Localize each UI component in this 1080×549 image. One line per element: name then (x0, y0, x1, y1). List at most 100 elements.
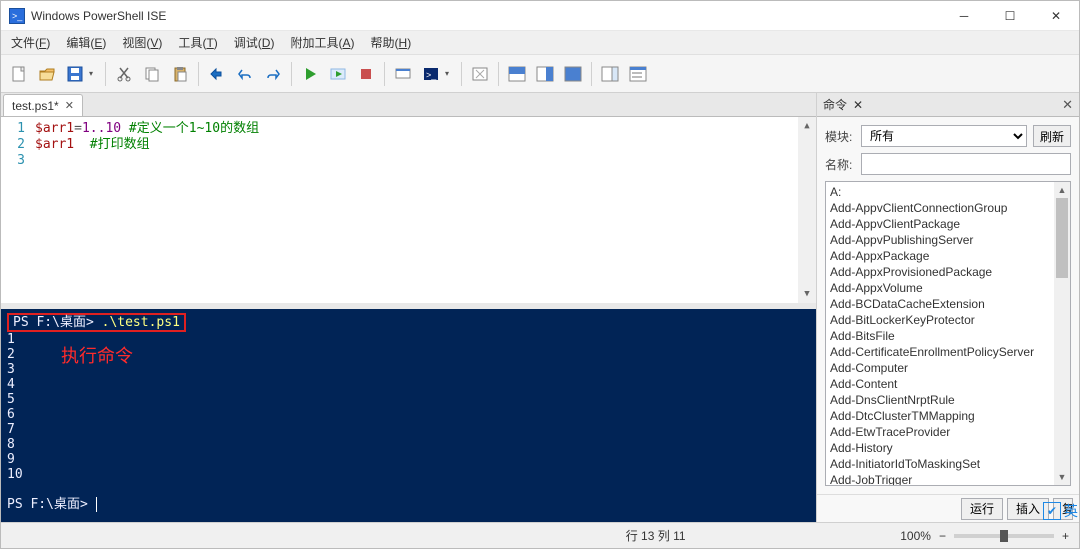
editor-scrollbar[interactable]: ▲ ▼ (798, 117, 816, 303)
script-editor[interactable]: 1 2 3 $arr1=1..10 #定义一个1~10的数组$arr1 #打印数… (1, 117, 816, 303)
maximize-button[interactable]: ☐ (987, 1, 1033, 31)
list-item[interactable]: Add-DtcClusterTMMapping (830, 408, 1050, 424)
ime-language: 英 (1064, 501, 1078, 521)
window-title: Windows PowerShell ISE (31, 9, 941, 23)
code-area[interactable]: $arr1=1..10 #定义一个1~10的数组$arr1 #打印数组 (31, 117, 798, 303)
list-item[interactable]: Add-AppvClientConnectionGroup (830, 200, 1050, 216)
list-item[interactable]: A: (830, 184, 1050, 200)
list-item[interactable]: Add-BCDataCacheExtension (830, 296, 1050, 312)
commands-footer: 运行 插入 复 ✔ 英 (817, 494, 1079, 522)
undo-button[interactable] (233, 62, 257, 86)
show-command-window-button[interactable] (626, 62, 650, 86)
commands-list[interactable]: A:Add-AppvClientConnectionGroupAdd-AppvC… (826, 182, 1054, 485)
scroll-up-icon[interactable]: ▲ (798, 117, 816, 135)
name-input[interactable] (861, 153, 1071, 175)
show-script-pane-max-button[interactable] (561, 62, 585, 86)
cursor-position: 行 13 列 11 (626, 527, 686, 544)
run-selection-button[interactable] (326, 62, 350, 86)
app-window: Windows PowerShell ISE ─ ☐ ✕ 文件(F) 编辑(E)… (0, 0, 1080, 549)
list-item[interactable]: Add-AppxProvisionedPackage (830, 264, 1050, 280)
menubar: 文件(F) 编辑(E) 视图(V) 工具(T) 调试(D) 附加工具(A) 帮助… (1, 31, 1079, 55)
minimize-button[interactable]: ─ (941, 1, 987, 31)
run-cmd-button[interactable]: 运行 (961, 498, 1003, 520)
show-script-pane-right-button[interactable] (533, 62, 557, 86)
zoom-plus-icon[interactable]: + (1062, 529, 1069, 543)
commands-scrollbar[interactable]: ▲ ▼ (1054, 182, 1070, 485)
list-item[interactable]: Add-AppvPublishingServer (830, 232, 1050, 248)
list-item[interactable]: Add-BitsFile (830, 328, 1050, 344)
pin-icon[interactable]: ✕ (851, 98, 865, 112)
module-label: 模块: (825, 128, 855, 145)
show-script-pane-top-button[interactable] (505, 62, 529, 86)
editor-side: test.ps1* ✕ 1 2 3 $arr1=1..10 #定义一个1~10的… (1, 93, 817, 522)
svg-text:>_: >_ (426, 70, 437, 80)
content-area: test.ps1* ✕ 1 2 3 $arr1=1..10 #定义一个1~10的… (1, 93, 1079, 522)
scroll-down-icon[interactable]: ▼ (798, 285, 816, 303)
menu-addons[interactable]: 附加工具(A) (284, 32, 360, 53)
toolbar: ▾ >_ ▾ (1, 55, 1079, 93)
module-select[interactable]: 所有 (861, 125, 1027, 147)
menu-edit[interactable]: 编辑(E) (60, 32, 112, 53)
powershell-console-button[interactable]: >_ (419, 62, 443, 86)
new-button[interactable] (7, 62, 31, 86)
panel-close-icon[interactable]: ✕ (1062, 97, 1073, 113)
new-remote-tab-button[interactable] (391, 62, 415, 86)
menu-view[interactable]: 视图(V) (116, 32, 168, 53)
save-button[interactable] (63, 62, 87, 86)
titlebar: Windows PowerShell ISE ─ ☐ ✕ (1, 1, 1079, 31)
list-item[interactable]: Add-DnsClientNrptRule (830, 392, 1050, 408)
ime-indicator[interactable]: ✔ 英 (1043, 501, 1078, 521)
console-pane[interactable]: PS F:\桌面> .\test.ps1 12345678910 PS F:\桌… (1, 309, 816, 522)
scroll-thumb[interactable] (1056, 198, 1068, 278)
menu-debug[interactable]: 调试(D) (228, 32, 281, 53)
stop-button[interactable] (354, 62, 378, 86)
app-icon (9, 8, 25, 24)
commands-panel: 命令 ✕ ✕ 模块: 所有 刷新 名称: A:Add-AppvClientCon… (817, 93, 1079, 522)
tab-close-icon[interactable]: ✕ (65, 99, 74, 112)
list-item[interactable]: Add-Computer (830, 360, 1050, 376)
copy-button[interactable] (140, 62, 164, 86)
refresh-button[interactable]: 刷新 (1033, 125, 1071, 147)
menu-tools[interactable]: 工具(T) (172, 32, 223, 53)
list-item[interactable]: Add-CertificateEnrollmentPolicyServer (830, 344, 1050, 360)
show-command-addon-button[interactable] (598, 62, 622, 86)
commands-header: 命令 ✕ ✕ (817, 93, 1079, 117)
list-item[interactable]: Add-AppvClientPackage (830, 216, 1050, 232)
ime-check-icon[interactable]: ✔ (1043, 502, 1061, 520)
scroll-up-icon[interactable]: ▲ (1054, 182, 1070, 198)
annotation-label: 执行命令 (61, 349, 133, 364)
editor-tabs: test.ps1* ✕ (1, 93, 816, 117)
run-button[interactable] (298, 62, 322, 86)
name-label: 名称: (825, 156, 855, 173)
cmd-highlight: PS F:\桌面> .\test.ps1 (7, 313, 186, 332)
paste-button[interactable] (168, 62, 192, 86)
editor-tab[interactable]: test.ps1* ✕ (3, 94, 83, 116)
scroll-down-icon[interactable]: ▼ (1054, 469, 1070, 485)
redo-button[interactable] (261, 62, 285, 86)
cut-button[interactable] (112, 62, 136, 86)
list-item[interactable]: Add-AppxVolume (830, 280, 1050, 296)
list-item[interactable]: Add-AppxPackage (830, 248, 1050, 264)
menu-file[interactable]: 文件(F) (5, 32, 56, 53)
menu-help[interactable]: 帮助(H) (365, 32, 418, 53)
list-item[interactable]: Add-BitLockerKeyProtector (830, 312, 1050, 328)
statusbar: 行 13 列 11 100% − + (1, 522, 1079, 548)
run-script-from-file-button[interactable] (205, 62, 229, 86)
list-item[interactable]: Add-JobTrigger (830, 472, 1050, 485)
commands-title: 命令 (823, 96, 847, 113)
zoom-minus-icon[interactable]: − (939, 529, 946, 543)
zoom-slider[interactable] (954, 534, 1054, 538)
tab-label: test.ps1* (12, 99, 59, 113)
save-dropdown[interactable]: ▾ (89, 69, 99, 78)
open-button[interactable] (35, 62, 59, 86)
list-item[interactable]: Add-Content (830, 376, 1050, 392)
line-gutter: 1 2 3 (1, 117, 31, 303)
clear-console-button[interactable] (468, 62, 492, 86)
list-item[interactable]: Add-InitiatorIdToMaskingSet (830, 456, 1050, 472)
console-dropdown[interactable]: ▾ (445, 69, 455, 78)
zoom-control[interactable]: 100% − + (900, 529, 1069, 543)
zoom-label: 100% (900, 529, 931, 543)
close-button[interactable]: ✕ (1033, 1, 1079, 31)
list-item[interactable]: Add-History (830, 440, 1050, 456)
list-item[interactable]: Add-EtwTraceProvider (830, 424, 1050, 440)
